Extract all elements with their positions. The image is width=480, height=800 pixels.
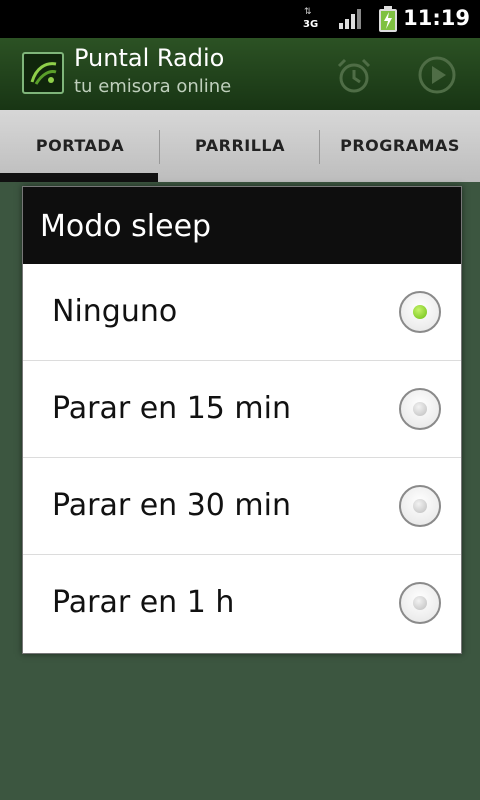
radio-dot bbox=[413, 305, 427, 319]
play-icon[interactable] bbox=[416, 54, 458, 96]
status-bar: ⇅ 3G 11:19 bbox=[0, 0, 480, 38]
dialog-title: Modo sleep bbox=[40, 209, 212, 244]
battery-charging-icon bbox=[379, 6, 397, 32]
dialog-header: Modo sleep bbox=[23, 187, 461, 264]
network-type-label: 3G bbox=[303, 19, 319, 30]
tab-parrilla[interactable]: PARRILLA bbox=[160, 110, 320, 182]
option-label: Ninguno bbox=[52, 294, 178, 329]
option-label: Parar en 15 min bbox=[52, 391, 292, 426]
signal-icon bbox=[339, 9, 361, 29]
radio-button[interactable] bbox=[399, 291, 441, 333]
radio-button[interactable] bbox=[399, 485, 441, 527]
tab-programas[interactable]: PROGRAMAS bbox=[320, 110, 480, 182]
radio-dot bbox=[413, 402, 427, 416]
network-3g-icon: ⇅ 3G bbox=[302, 8, 322, 32]
radio-button[interactable] bbox=[399, 388, 441, 430]
option-label: Parar en 30 min bbox=[52, 488, 292, 523]
clock: 11:19 bbox=[403, 6, 470, 30]
app-logo-icon bbox=[22, 52, 64, 94]
option-ninguno[interactable]: Ninguno bbox=[23, 264, 461, 361]
alarm-clock-icon[interactable] bbox=[334, 56, 374, 96]
app-header: Puntal Radio tu emisora online bbox=[0, 38, 480, 110]
radio-dot bbox=[413, 499, 427, 513]
radio-button[interactable] bbox=[399, 582, 441, 624]
option-15-min[interactable]: Parar en 15 min bbox=[23, 361, 461, 458]
selected-tab-indicator bbox=[0, 173, 158, 182]
sleep-mode-dialog: Modo sleep Ninguno Parar en 15 min Parar… bbox=[22, 186, 462, 654]
radio-dot bbox=[413, 596, 427, 610]
app-title: Puntal Radio bbox=[74, 44, 225, 72]
data-arrows-icon: ⇅ bbox=[304, 7, 312, 17]
option-30-min[interactable]: Parar en 30 min bbox=[23, 458, 461, 555]
tab-portada[interactable]: PORTADA bbox=[0, 110, 160, 182]
app-subtitle: tu emisora online bbox=[74, 76, 232, 97]
option-label: Parar en 1 h bbox=[52, 585, 235, 620]
option-1-h[interactable]: Parar en 1 h bbox=[23, 555, 461, 652]
tab-bar: PORTADA PARRILLA PROGRAMAS bbox=[0, 110, 480, 182]
